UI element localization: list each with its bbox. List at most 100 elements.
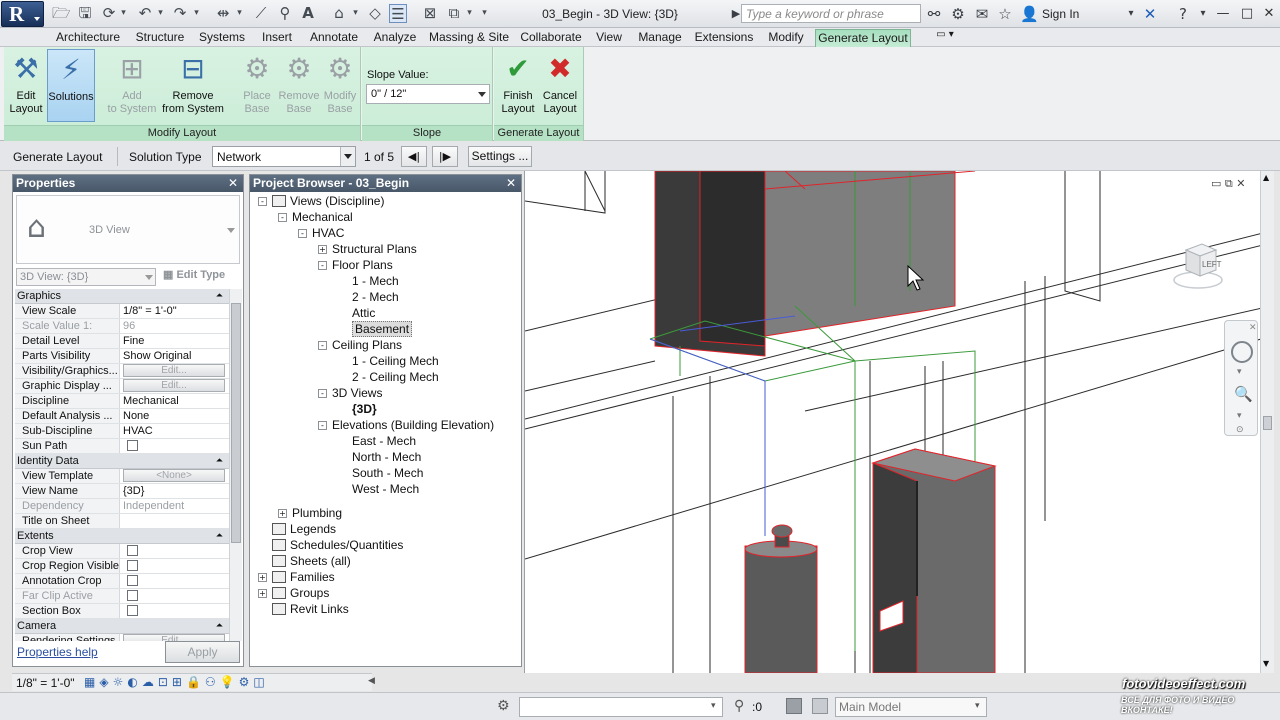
- open-icon[interactable]: 🗁: [52, 4, 71, 23]
- redo-icon[interactable]: ↷: [171, 4, 189, 23]
- close-icon[interactable]: ✕: [1259, 5, 1279, 22]
- browser-item[interactable]: Legends: [250, 521, 521, 537]
- save-icon[interactable]: 🖫: [76, 4, 94, 23]
- property-checkbox[interactable]: [127, 545, 138, 556]
- visual-style-icon[interactable]: ◈: [99, 675, 112, 689]
- next-solution-button[interactable]: |▶: [432, 146, 458, 167]
- slope-value-select[interactable]: 0" / 12": [366, 84, 490, 104]
- collapse-icon[interactable]: -: [318, 261, 327, 270]
- collapse-icon[interactable]: -: [318, 341, 327, 350]
- close-navbar-icon[interactable]: ✕: [1249, 323, 1257, 333]
- navbar-options-icon[interactable]: ⊙: [1236, 425, 1244, 435]
- hide-isolate-icon[interactable]: ⚇: [205, 675, 220, 689]
- minimize-icon[interactable]: —: [1213, 5, 1233, 22]
- tab-collaborate[interactable]: Collaborate: [516, 29, 586, 47]
- tab-systems[interactable]: Systems: [196, 29, 248, 47]
- highlight-displacement-icon[interactable]: ◫: [253, 675, 268, 689]
- collapse-icon[interactable]: -: [278, 213, 287, 222]
- type-selector[interactable]: ⌂ 3D View: [16, 195, 240, 264]
- instance-filter-select[interactable]: 3D View: {3D}: [16, 268, 156, 286]
- browser-item[interactable]: Attic: [250, 305, 521, 321]
- browser-item[interactable]: {3D}: [250, 401, 521, 417]
- property-value[interactable]: {3D}: [120, 484, 229, 498]
- browser-item[interactable]: West - Mech: [250, 481, 521, 497]
- tab-view[interactable]: View: [592, 29, 626, 47]
- property-value[interactable]: Edit...: [120, 379, 229, 393]
- redo-dropdown-icon[interactable]: ▾: [192, 5, 201, 22]
- analytical-model-icon[interactable]: ⚙: [239, 675, 254, 689]
- property-edit-button[interactable]: Edit...: [123, 379, 225, 392]
- switch-windows-icon[interactable]: ⧉: [445, 4, 463, 23]
- detail-level-icon[interactable]: ▦: [84, 675, 99, 689]
- 3d-view-icon[interactable]: ⌂: [330, 4, 348, 23]
- switch-windows-dropdown-icon[interactable]: ▾: [465, 5, 474, 22]
- filter-icon[interactable]: ⚲: [734, 698, 744, 714]
- collapse-icon[interactable]: -: [298, 229, 307, 238]
- property-value[interactable]: Fine: [120, 334, 229, 348]
- thin-lines-icon[interactable]: ☰: [389, 4, 407, 23]
- worksets-icon[interactable]: ⚙: [497, 698, 510, 714]
- search-input[interactable]: Type a keyword or phrase: [741, 4, 921, 23]
- measure-dropdown-icon[interactable]: ▾: [235, 5, 244, 22]
- property-value[interactable]: [120, 514, 229, 528]
- browser-item[interactable]: 1 - Ceiling Mech: [250, 353, 521, 369]
- solutions-button[interactable]: ⚡ Solutions: [47, 49, 95, 122]
- collapse-icon[interactable]: ⏶: [216, 619, 223, 633]
- browser-item[interactable]: Schedules/Quantities: [250, 537, 521, 553]
- browser-item[interactable]: + Structural Plans: [250, 241, 521, 257]
- sync-icon[interactable]: ⟳: [100, 4, 118, 23]
- property-value[interactable]: 1/8" = 1'-0": [120, 304, 229, 318]
- lock-view-icon[interactable]: 🔒: [186, 675, 205, 689]
- property-value[interactable]: [120, 589, 229, 603]
- properties-scrollbar[interactable]: [229, 289, 242, 641]
- property-edit-button[interactable]: Edit...: [123, 634, 225, 641]
- browser-item[interactable]: South - Mech: [250, 465, 521, 481]
- properties-help-link[interactable]: Properties help: [17, 645, 98, 659]
- previous-solution-button[interactable]: ◀|: [401, 146, 427, 167]
- browser-item[interactable]: Revit Links: [250, 601, 521, 617]
- browser-item[interactable]: - Elevations (Building Elevation): [250, 417, 521, 433]
- browser-item[interactable]: - Mechanical: [250, 209, 521, 225]
- browser-item[interactable]: North - Mech: [250, 449, 521, 465]
- user-icon[interactable]: 👤: [1020, 5, 1039, 23]
- scroll-up-icon[interactable]: ▲: [1263, 173, 1269, 182]
- property-group-header[interactable]: Graphics ⏶: [15, 289, 229, 304]
- help-dropdown-icon[interactable]: ▾: [1194, 5, 1212, 23]
- expand-icon[interactable]: +: [258, 573, 267, 582]
- property-group-header[interactable]: Camera ⏶: [15, 619, 229, 634]
- collapse-icon[interactable]: ⏶: [216, 454, 223, 468]
- property-value[interactable]: [120, 439, 229, 453]
- tab-massing-site[interactable]: Massing & Site: [428, 29, 510, 47]
- cancel-layout-button[interactable]: ✖ Cancel Layout: [538, 49, 582, 123]
- property-value[interactable]: [120, 604, 229, 618]
- property-value[interactable]: <None>: [120, 469, 229, 483]
- close-view-icon[interactable]: ✕: [1236, 177, 1245, 190]
- property-group-header[interactable]: Extents ⏶: [15, 529, 229, 544]
- browser-item[interactable]: East - Mech: [250, 433, 521, 449]
- design-options-icon[interactable]: [812, 698, 828, 714]
- modify-base-button[interactable]: ⚙ Modify Base: [319, 49, 361, 123]
- aligned-dimension-icon[interactable]: ⟋: [252, 4, 270, 23]
- collapse-icon[interactable]: -: [258, 197, 267, 206]
- maximize-icon[interactable]: □: [1237, 5, 1257, 22]
- edit-type-button[interactable]: ▦ Edit Type: [163, 268, 225, 281]
- property-checkbox[interactable]: [127, 590, 138, 601]
- 3d-view-dropdown-icon[interactable]: ▾: [351, 5, 360, 22]
- undo-dropdown-icon[interactable]: ▾: [156, 5, 165, 22]
- collapse-icon[interactable]: -: [318, 389, 327, 398]
- sign-in-link[interactable]: Sign In: [1042, 7, 1079, 21]
- browser-item[interactable]: 2 - Mech: [250, 289, 521, 305]
- finish-layout-button[interactable]: ✔ Finish Layout: [496, 49, 540, 123]
- minimize-view-icon[interactable]: ▭: [1211, 177, 1221, 190]
- sign-in-dropdown-icon[interactable]: ▾: [1122, 5, 1140, 23]
- chevron-down-icon[interactable]: ▾: [1237, 367, 1242, 377]
- expand-icon[interactable]: +: [278, 509, 287, 518]
- sync-dropdown-icon[interactable]: ▾: [119, 5, 128, 22]
- property-checkbox[interactable]: [127, 575, 138, 586]
- help-icon[interactable]: ?: [1174, 5, 1192, 23]
- expand-icon[interactable]: +: [318, 245, 327, 254]
- add-to-system-button[interactable]: ⊞ Add to System: [104, 49, 160, 123]
- tag-icon[interactable]: ⚲: [276, 4, 294, 23]
- tab-analyze[interactable]: Analyze: [369, 29, 421, 47]
- remove-base-button[interactable]: ⚙ Remove Base: [278, 49, 320, 123]
